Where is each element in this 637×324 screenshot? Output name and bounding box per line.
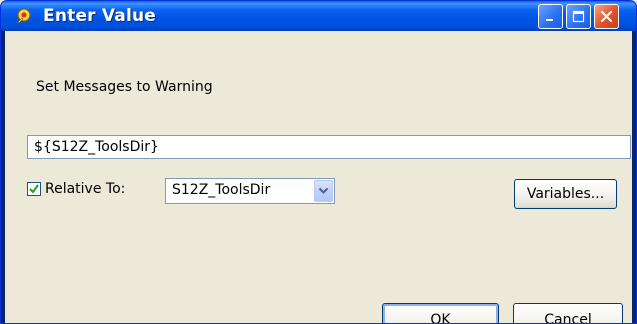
maximize-button[interactable] — [566, 4, 591, 29]
window-title: Enter Value — [43, 6, 157, 26]
variables-button[interactable]: Variables... — [514, 179, 617, 209]
minimize-button[interactable] — [538, 4, 563, 29]
relative-to-label[interactable]: Relative To: — [45, 181, 125, 197]
relative-to-checkbox[interactable] — [27, 182, 41, 196]
dialog-window: Enter Value Set Messages to Warning ${S1… — [0, 0, 637, 324]
minimize-icon — [546, 19, 553, 21]
maximize-icon — [572, 10, 585, 23]
title-bar[interactable]: Enter Value — [1, 1, 636, 31]
dialog-body: Set Messages to Warning Relative To: S12… — [5, 31, 632, 323]
ok-button[interactable]: OK — [382, 303, 499, 323]
dialog-message: Set Messages to Warning — [36, 79, 213, 95]
close-icon — [600, 10, 613, 23]
close-button[interactable] — [594, 4, 619, 29]
app-gear-icon — [14, 6, 34, 26]
cancel-button[interactable]: Cancel — [513, 303, 623, 323]
checkmark-icon — [29, 184, 39, 194]
value-input[interactable] — [27, 135, 631, 159]
chevron-down-icon — [318, 187, 329, 194]
relative-to-selected: S12Z_ToolsDir — [172, 182, 271, 198]
dropdown-arrow-button[interactable] — [314, 180, 333, 202]
relative-to-dropdown[interactable]: S12Z_ToolsDir — [165, 178, 335, 204]
relative-to-row: Relative To: — [27, 181, 125, 197]
